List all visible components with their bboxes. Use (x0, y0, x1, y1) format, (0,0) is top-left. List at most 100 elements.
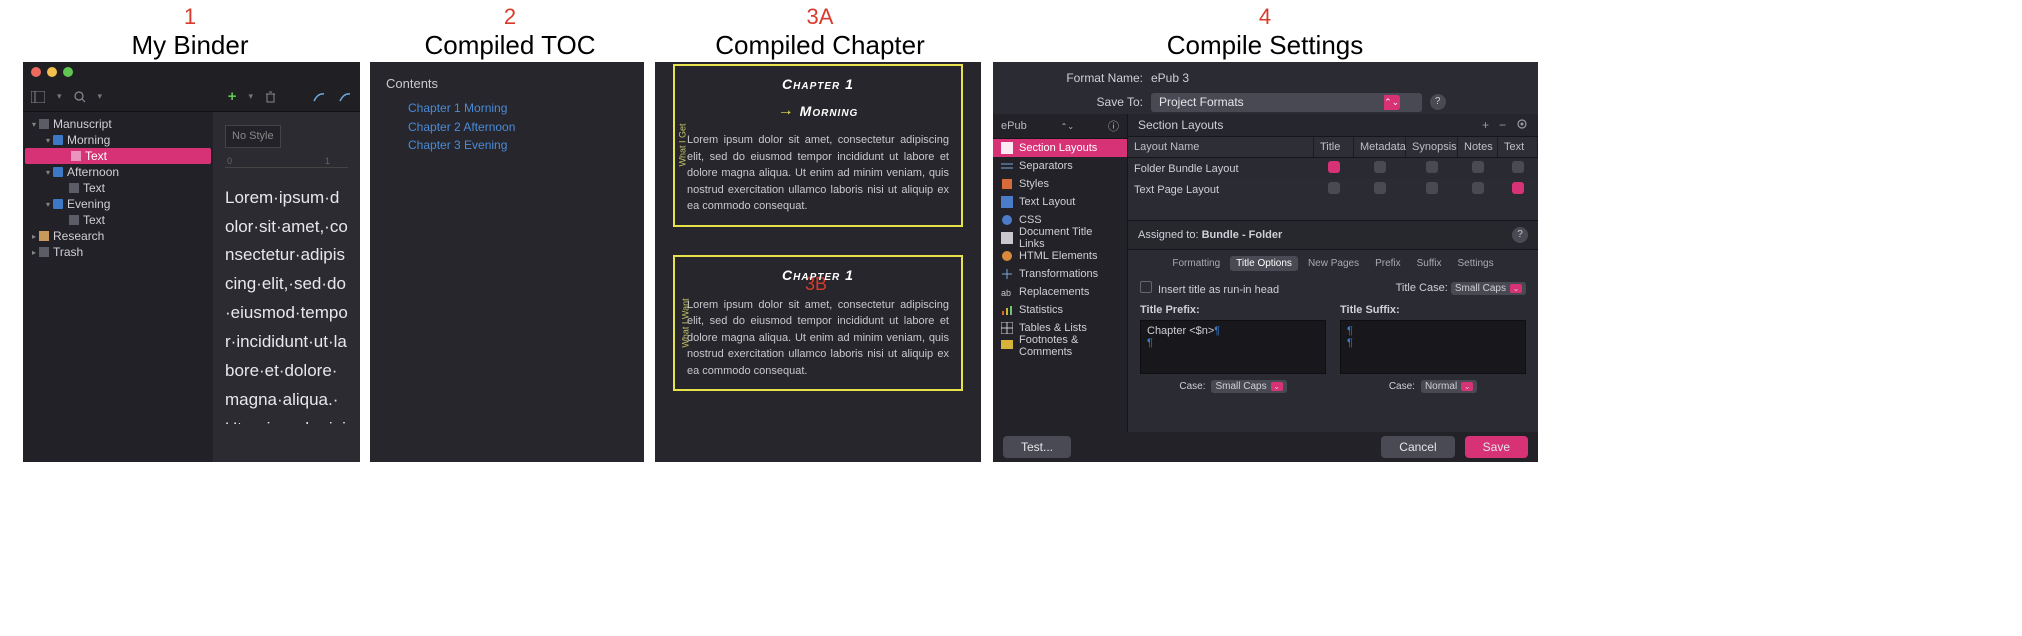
section-layouts-title: Section Layouts (1138, 118, 1223, 132)
help-icon[interactable]: ? (1430, 94, 1446, 110)
chk-syn-2[interactable] (1426, 182, 1438, 194)
chk-meta-1[interactable] (1374, 161, 1386, 173)
tab-formatting[interactable]: Formatting (1166, 256, 1226, 271)
toc-link-1[interactable]: Chapter 1 Morning (408, 99, 628, 118)
tree-afternoon[interactable]: ▾Afternoon (23, 164, 213, 180)
assigned-to-row: Assigned to: Bundle - Folder ? (1128, 220, 1538, 250)
close-traffic-light[interactable] (31, 67, 41, 77)
lorem-2: Lorem ipsum dolor sit amet, consectetur … (687, 297, 949, 380)
tab-suffix[interactable]: Suffix (1411, 256, 1448, 271)
editor-pane[interactable]: No Style 0 1 Lorem·ipsum·dolor·sit·amet,… (213, 112, 360, 462)
compile-settings: Format Name: ePub 3 Save To: Project For… (993, 62, 1538, 462)
label-4-txt: Compile Settings (1150, 30, 1380, 61)
chk-notes-2[interactable] (1472, 182, 1484, 194)
zoom-traffic-light[interactable] (63, 67, 73, 77)
tree-research[interactable]: ▸Research (23, 228, 213, 244)
help-icon-2[interactable]: ? (1512, 227, 1528, 243)
label-1-num: 1 (105, 4, 275, 30)
html-icon (1001, 250, 1013, 262)
format-name-value: ePub 3 (1151, 71, 1189, 85)
opt-doc-title-links[interactable]: Document Title Links (993, 229, 1127, 247)
label-1-txt: My Binder (105, 30, 275, 61)
remove-layout-icon[interactable]: − (1499, 118, 1506, 132)
style-dropdown[interactable]: No Style (225, 125, 281, 148)
tab-settings[interactable]: Settings (1451, 256, 1499, 271)
seg1-label: What I Get (678, 124, 688, 167)
prefix-case-select[interactable]: Small Caps⌄ (1211, 380, 1286, 393)
opt-statistics[interactable]: Statistics (993, 301, 1127, 319)
title-case-select[interactable]: Small Caps⌄ (1451, 282, 1526, 295)
prefix-textbox[interactable]: Chapter <$n>¶ ¶ (1140, 320, 1326, 374)
chk-title-2[interactable] (1328, 182, 1340, 194)
save-to-select[interactable]: Project Formats ⌃⌄ (1151, 93, 1422, 112)
layout-icon (1001, 142, 1013, 154)
chapter-title-1: Chapter 1 (687, 76, 949, 92)
tab-title-options[interactable]: Title Options (1230, 256, 1298, 271)
brush-icon[interactable] (312, 91, 326, 103)
chk-syn-1[interactable] (1426, 161, 1438, 173)
chk-title-1[interactable] (1328, 161, 1340, 173)
separator-icon (1001, 160, 1013, 172)
replace-icon: ab (1001, 286, 1013, 298)
save-button[interactable]: Save (1465, 436, 1528, 458)
trash-icon[interactable] (265, 91, 276, 103)
text-layout-icon (1001, 196, 1013, 208)
tab-new-pages[interactable]: New Pages (1302, 256, 1365, 271)
styles-icon (1001, 178, 1013, 190)
cancel-button[interactable]: Cancel (1381, 436, 1454, 458)
tree-trash[interactable]: ▸Trash (23, 244, 213, 260)
chk-notes-1[interactable] (1472, 161, 1484, 173)
compiled-chapter: What I Get Chapter 1 → Morning Lorem ips… (655, 62, 981, 462)
test-button[interactable]: Test... (1003, 436, 1071, 458)
tree-text-3[interactable]: Text (23, 212, 213, 228)
brush2-icon[interactable] (338, 91, 352, 103)
label-3a-num: 3A (700, 4, 940, 30)
binder-window: ▾ ▾ + ▾ ▾Manuscript ▾Morning Text ▾After… (23, 62, 360, 462)
arrow-icon: → (778, 102, 794, 120)
ruler: 0 1 (225, 154, 348, 168)
runin-checkbox[interactable] (1140, 281, 1152, 293)
opt-footnotes[interactable]: Footnotes & Comments (993, 337, 1127, 355)
chk-text-1[interactable] (1512, 161, 1524, 173)
opt-separators[interactable]: Separators (993, 157, 1127, 175)
suffix-textbox[interactable]: ¶ ¶ (1340, 320, 1526, 374)
tab-prefix[interactable]: Prefix (1369, 256, 1407, 271)
tree-morning[interactable]: ▾Morning (23, 132, 213, 148)
search-icon[interactable] (74, 91, 86, 103)
add-layout-icon[interactable]: + (1482, 118, 1489, 132)
footnote-icon (1001, 340, 1013, 352)
suffix-case-select[interactable]: Normal⌄ (1421, 380, 1477, 393)
layout-row-text-page[interactable]: Text Page Layout (1128, 179, 1538, 200)
seg2-label: What I Want (681, 298, 691, 347)
prefix-label: Title Prefix: (1140, 304, 1326, 316)
opt-section-layouts[interactable]: Section Layouts (993, 139, 1127, 157)
chk-meta-2[interactable] (1374, 182, 1386, 194)
opt-replacements[interactable]: abReplacements (993, 283, 1127, 301)
save-to-label: Save To: (1003, 95, 1143, 109)
tree-evening[interactable]: ▾Evening (23, 196, 213, 212)
toc-link-3[interactable]: Chapter 3 Evening (408, 136, 628, 155)
svg-text:ab: ab (1001, 288, 1011, 298)
opt-text-layout[interactable]: Text Layout (993, 193, 1127, 211)
opt-styles[interactable]: Styles (993, 175, 1127, 193)
view-mode-icon[interactable] (31, 91, 45, 103)
editor-body-text[interactable]: Lorem·ipsum·dolor·sit·amet,·consectetur·… (225, 184, 348, 424)
layout-row-folder-bundle[interactable]: Folder Bundle Layout (1128, 158, 1538, 179)
info-icon[interactable]: ⓘ (1108, 118, 1119, 134)
binder-toolbar: ▾ ▾ + ▾ (23, 82, 360, 112)
tree-manuscript[interactable]: ▾Manuscript (23, 116, 213, 132)
gear-icon[interactable] (1516, 118, 1528, 132)
toc-link-2[interactable]: Chapter 2 Afternoon (408, 118, 628, 137)
tree-text-selected[interactable]: Text (25, 148, 211, 164)
binder-sidebar: ▾Manuscript ▾Morning Text ▾Afternoon Tex… (23, 112, 213, 462)
opt-transformations[interactable]: Transformations (993, 265, 1127, 283)
format-name-label: Format Name: (1003, 71, 1143, 85)
label-2-txt: Compiled TOC (415, 30, 605, 61)
tree-text-2[interactable]: Text (23, 180, 213, 196)
add-icon[interactable]: + (228, 88, 237, 105)
minimize-traffic-light[interactable] (47, 67, 57, 77)
epub-select[interactable]: ePub ⌃⌄ ⓘ (993, 114, 1127, 139)
chapter-title-2: Chapter 1 (687, 267, 949, 283)
chk-text-2[interactable] (1512, 182, 1524, 194)
window-titlebar (23, 62, 360, 82)
